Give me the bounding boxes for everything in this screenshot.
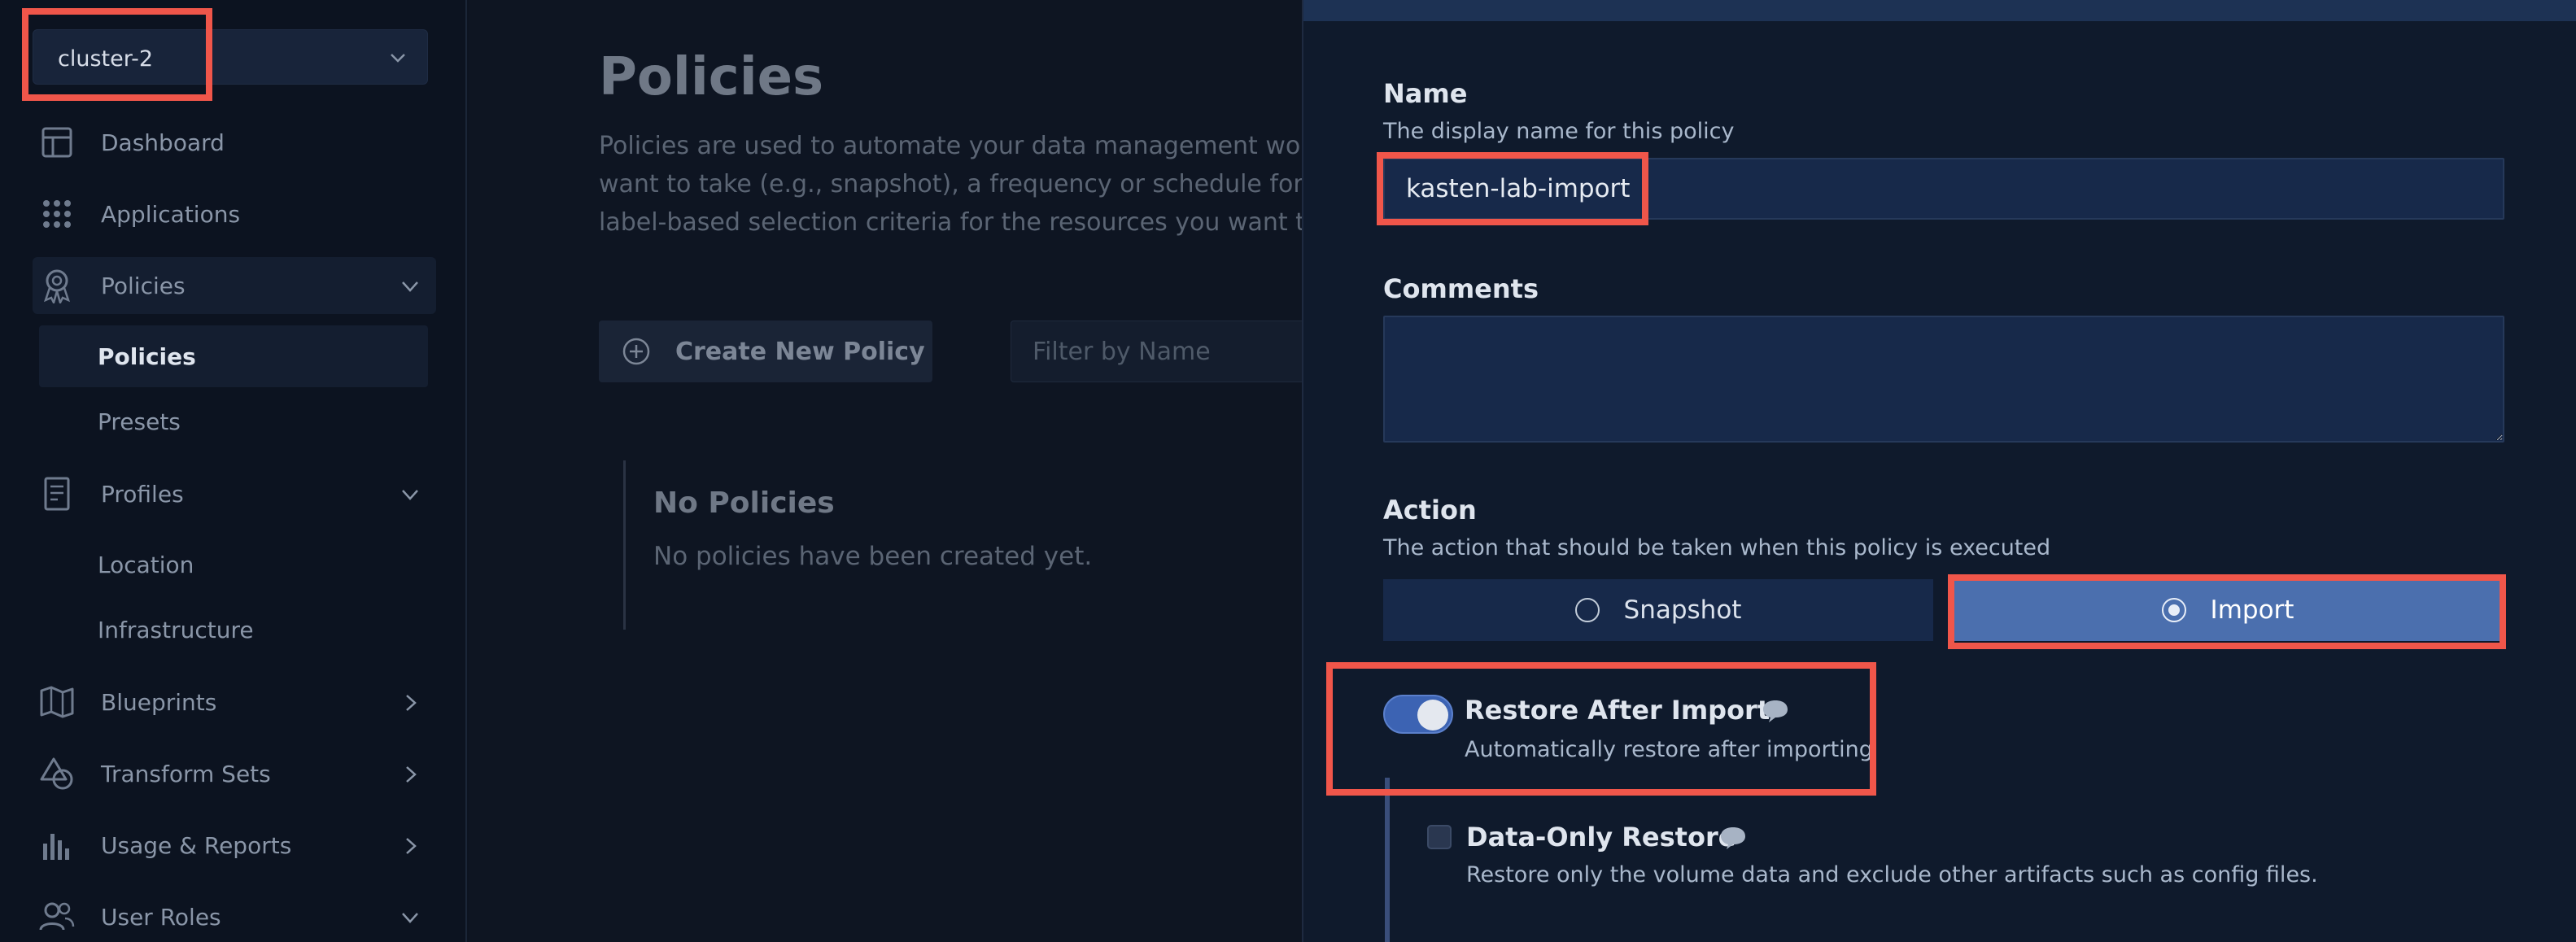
action-option-label: Snapshot	[1623, 595, 1742, 625]
chevron-down-icon	[402, 913, 418, 923]
shapes-icon	[36, 752, 78, 795]
grid-dots-icon	[36, 193, 78, 235]
description-line: Policies are used to automate your data …	[599, 132, 1311, 160]
sidebar-item-profiles[interactable]: Profiles	[33, 465, 436, 522]
sidebar-item-label: User Roles	[101, 903, 221, 931]
dashboard-icon	[36, 121, 78, 164]
create-button-label: Create New Policy	[675, 337, 925, 366]
sidebar: cluster-2 Dashboard Applications Policie…	[0, 0, 467, 942]
action-option-import[interactable]: Import	[1953, 579, 2503, 641]
toggle-knob	[1417, 700, 1448, 730]
sidebar-item-label: Policies	[101, 272, 186, 299]
sidebar-subitem-presets[interactable]: Presets	[39, 390, 428, 452]
sidebar-item-label: Policies	[98, 342, 196, 370]
create-new-policy-button[interactable]: Create New Policy	[599, 321, 932, 382]
empty-state: No Policies No policies have been create…	[623, 460, 1111, 630]
chevron-down-icon	[402, 490, 418, 500]
name-label: Name	[1383, 78, 1468, 109]
chevron-right-icon	[406, 838, 417, 854]
chevron-right-icon	[406, 695, 417, 711]
comments-textarea[interactable]	[1383, 316, 2504, 443]
speech-bubble-icon[interactable]	[1761, 698, 1790, 724]
restore-after-import-description: Automatically restore after importing	[1465, 737, 1873, 762]
sidebar-item-label: Usage & Reports	[101, 831, 292, 859]
policy-name-input[interactable]	[1383, 158, 2504, 220]
cluster-select[interactable]: cluster-2	[33, 29, 428, 85]
sidebar-item-dashboard[interactable]: Dashboard	[33, 114, 436, 171]
sidebar-subitem-location[interactable]: Location	[39, 534, 428, 595]
empty-state-description: No policies have been created yet.	[653, 542, 1093, 571]
description-line: want to take (e.g., snapshot), a frequen…	[599, 170, 1315, 198]
bar-chart-icon	[36, 824, 78, 866]
sidebar-item-policies[interactable]: Policies	[33, 257, 436, 314]
comments-label: Comments	[1383, 273, 1539, 304]
sidebar-item-label: Presets	[98, 408, 181, 435]
page-description: Policies are used to automate your data …	[599, 127, 1315, 242]
chevron-down-icon	[391, 54, 405, 63]
cluster-select-value: cluster-2	[58, 46, 154, 72]
sidebar-item-usage-reports[interactable]: Usage & Reports	[33, 817, 436, 874]
chevron-right-icon	[406, 766, 417, 783]
sidebar-item-label: Applications	[101, 200, 241, 228]
panel-top-bar	[1303, 0, 2576, 21]
sidebar-item-label: Profiles	[101, 480, 184, 508]
sidebar-subitem-infrastructure[interactable]: Infrastructure	[39, 599, 428, 661]
data-only-restore-checkbox[interactable]	[1427, 825, 1452, 849]
users-icon	[36, 896, 78, 938]
sidebar-item-user-roles[interactable]: User Roles	[33, 888, 436, 942]
sidebar-item-transform-sets[interactable]: Transform Sets	[33, 745, 436, 802]
sidebar-item-applications[interactable]: Applications	[33, 185, 436, 242]
map-icon	[36, 681, 78, 723]
page-title: Policies	[599, 47, 824, 107]
ribbon-badge-icon	[36, 264, 78, 307]
sidebar-subitem-policies[interactable]: Policies	[39, 325, 428, 387]
data-only-restore-description: Restore only the volume data and exclude…	[1466, 862, 2318, 887]
action-option-snapshot[interactable]: Snapshot	[1383, 579, 1933, 641]
nested-option-indicator	[1385, 778, 1390, 942]
sidebar-item-label: Transform Sets	[101, 760, 271, 787]
radio-checked-icon	[2161, 598, 2186, 622]
empty-state-title: No Policies	[653, 486, 835, 520]
create-policy-panel: Name The display name for this policy Co…	[1302, 0, 2576, 942]
filter-by-name-input[interactable]	[1011, 321, 1336, 382]
plus-circle-icon	[622, 338, 650, 365]
name-help: The display name for this policy	[1383, 119, 1735, 144]
sidebar-item-label: Location	[98, 551, 194, 578]
action-label: Action	[1383, 495, 1477, 526]
sidebar-item-label: Blueprints	[101, 688, 217, 716]
sidebar-item-label: Dashboard	[101, 129, 225, 156]
chevron-down-icon	[402, 281, 418, 292]
sidebar-item-label: Infrastructure	[98, 616, 254, 643]
document-icon	[36, 473, 78, 515]
data-only-restore-title: Data-Only Restore	[1466, 822, 1736, 853]
description-line: label-based selection criteria for the r…	[599, 208, 1315, 237]
speech-bubble-icon[interactable]	[1718, 825, 1748, 851]
sidebar-item-blueprints[interactable]: Blueprints	[33, 674, 436, 730]
restore-after-import-title: Restore After Import	[1465, 695, 1770, 726]
action-help: The action that should be taken when thi…	[1383, 535, 2051, 560]
restore-after-import-toggle[interactable]	[1383, 695, 1453, 734]
main-content: Policies Policies are used to automate y…	[469, 0, 1336, 942]
radio-unchecked-icon	[1574, 598, 1600, 622]
action-option-label: Import	[2210, 595, 2294, 625]
